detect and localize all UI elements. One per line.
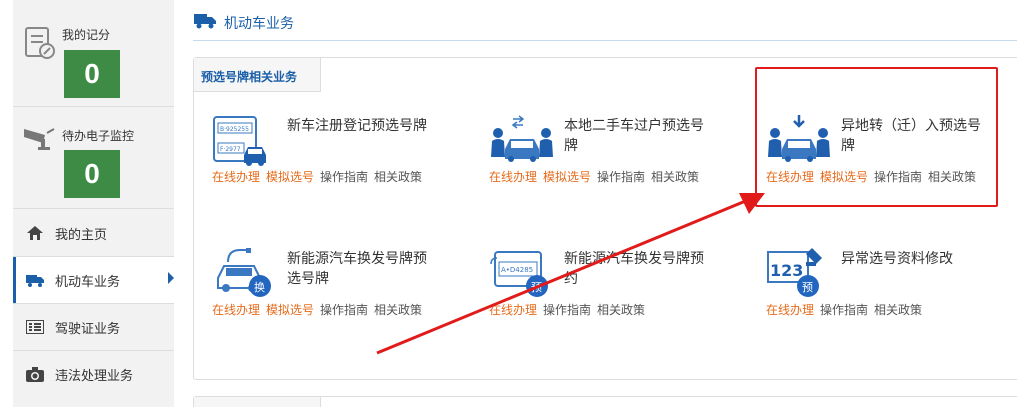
- annotation-arrow-icon: [376, 193, 765, 355]
- page: 我的记分 0 待办电子监控 0 我的主页 机动车业务 驾驶证业务 违法处理业务 …: [0, 0, 1017, 407]
